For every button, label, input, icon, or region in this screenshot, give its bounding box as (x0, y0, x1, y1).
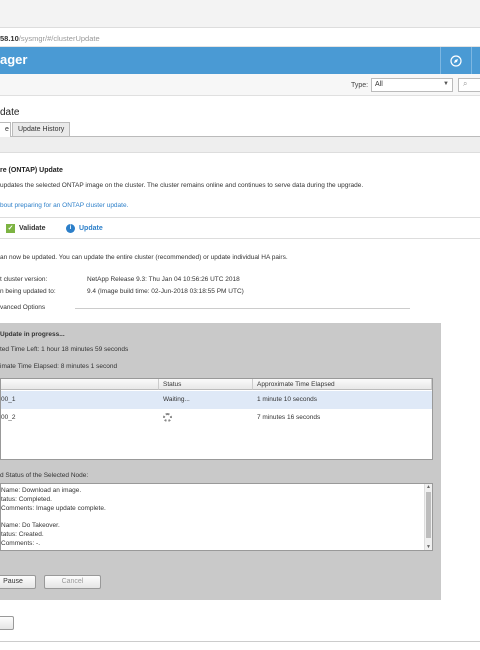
compass-button[interactable] (440, 47, 470, 74)
footer-button[interactable] (0, 616, 14, 630)
header-more-button[interactable] (471, 47, 480, 74)
url-text: 58.10/sysmgr/#/clusterUpdate (0, 34, 100, 43)
current-version-label: t cluster version: (0, 276, 48, 283)
column-header-elapsed[interactable]: Approximate Time Elapsed (253, 379, 432, 390)
node-elapsed: 1 minute 10 seconds (257, 396, 317, 403)
step-validate[interactable]: ✓ Validate (6, 224, 45, 233)
ready-message: an now be updated. You can update the en… (0, 254, 288, 261)
node-name: 00_2 (1, 414, 16, 421)
current-version-value: NetApp Release 9.3: Thu Jan 04 10:56:26 … (87, 276, 240, 283)
detail-line: Name: Download an image. (1, 487, 82, 494)
advanced-options-toggle[interactable]: vanced Options (0, 304, 45, 311)
node-table[interactable]: Status Approximate Time Elapsed 00_1 Wai… (0, 378, 433, 460)
step-update-label: Update (79, 225, 103, 232)
progress-title: Update in progress... (0, 331, 65, 338)
detail-line: tatus: Created. (1, 531, 44, 538)
section-title: re (ONTAP) Update (0, 167, 63, 174)
chevron-down-icon: ▼ (443, 81, 449, 87)
compass-icon (449, 54, 462, 67)
node-status: Waiting... (163, 396, 190, 403)
type-label: Type: (351, 82, 369, 89)
section-description: updates the selected ONTAP image on the … (0, 182, 364, 189)
detail-line: Name: Do Takeover. (1, 522, 60, 529)
steps-bar: ✓ Validate i Update (0, 217, 480, 239)
search-input[interactable]: ⌕ (458, 78, 480, 92)
time-elapsed: imate Time Elapsed: 8 minutes 1 second (0, 363, 118, 370)
type-select[interactable]: All ▼ (371, 78, 453, 92)
info-icon: i (66, 224, 75, 233)
node-name: 00_1 (1, 396, 16, 403)
preparation-link[interactable]: bout preparing for an ONTAP cluster upda… (0, 202, 128, 209)
scrollbar-thumb[interactable] (426, 492, 431, 538)
detail-line: Comments: Image update complete. (1, 505, 106, 512)
detail-status-label: d Status of the Selected Node: (0, 472, 89, 479)
detail-line: Comments: -. (1, 540, 41, 547)
target-version-value: 9.4 (Image build time: 02-Jun-2018 03:18… (87, 288, 244, 295)
detail-status-box[interactable]: Name: Download an image. tatus: Complete… (0, 483, 433, 551)
type-select-value: All (375, 81, 383, 88)
address-bar[interactable]: 58.10/sysmgr/#/clusterUpdate (0, 31, 480, 47)
browser-toolbar (0, 0, 480, 28)
tab-bar: e Update History (0, 122, 480, 137)
toolbar-band (0, 137, 480, 153)
time-left: ted Time Left: 1 hour 18 minutes 59 seco… (0, 346, 129, 353)
search-icon: ⌕ (463, 79, 468, 88)
app-title: ager (0, 52, 28, 67)
step-update[interactable]: i Update (66, 224, 103, 233)
table-row[interactable]: 00_2 7 minutes 16 seconds (1, 409, 432, 427)
scroll-down-icon[interactable]: ▼ (426, 544, 431, 550)
scroll-up-icon[interactable]: ▲ (426, 484, 431, 490)
spinner-icon (163, 413, 172, 422)
node-elapsed: 7 minutes 16 seconds (257, 414, 321, 421)
table-row[interactable]: 00_1 Waiting... 1 minute 10 seconds (1, 391, 432, 409)
tab-update-history[interactable]: Update History (12, 122, 71, 136)
target-version-label: n being updated to: (0, 288, 56, 295)
app-header: ager (0, 47, 480, 74)
scrollbar[interactable]: ▲ ▼ (424, 484, 432, 550)
column-header-node[interactable] (1, 379, 159, 390)
column-header-status[interactable]: Status (159, 379, 253, 390)
pause-button[interactable]: Pause (0, 575, 36, 589)
step-validate-label: Validate (19, 225, 46, 232)
detail-line: tatus: Completed. (1, 496, 52, 503)
filter-bar: Type: All ▼ ⌕ (0, 74, 480, 96)
divider (0, 641, 480, 642)
check-icon: ✓ (6, 224, 15, 233)
divider (75, 308, 410, 309)
cancel-button[interactable]: Cancel (44, 575, 101, 589)
page-title: date (0, 107, 20, 118)
tab-update[interactable]: e (0, 122, 11, 137)
